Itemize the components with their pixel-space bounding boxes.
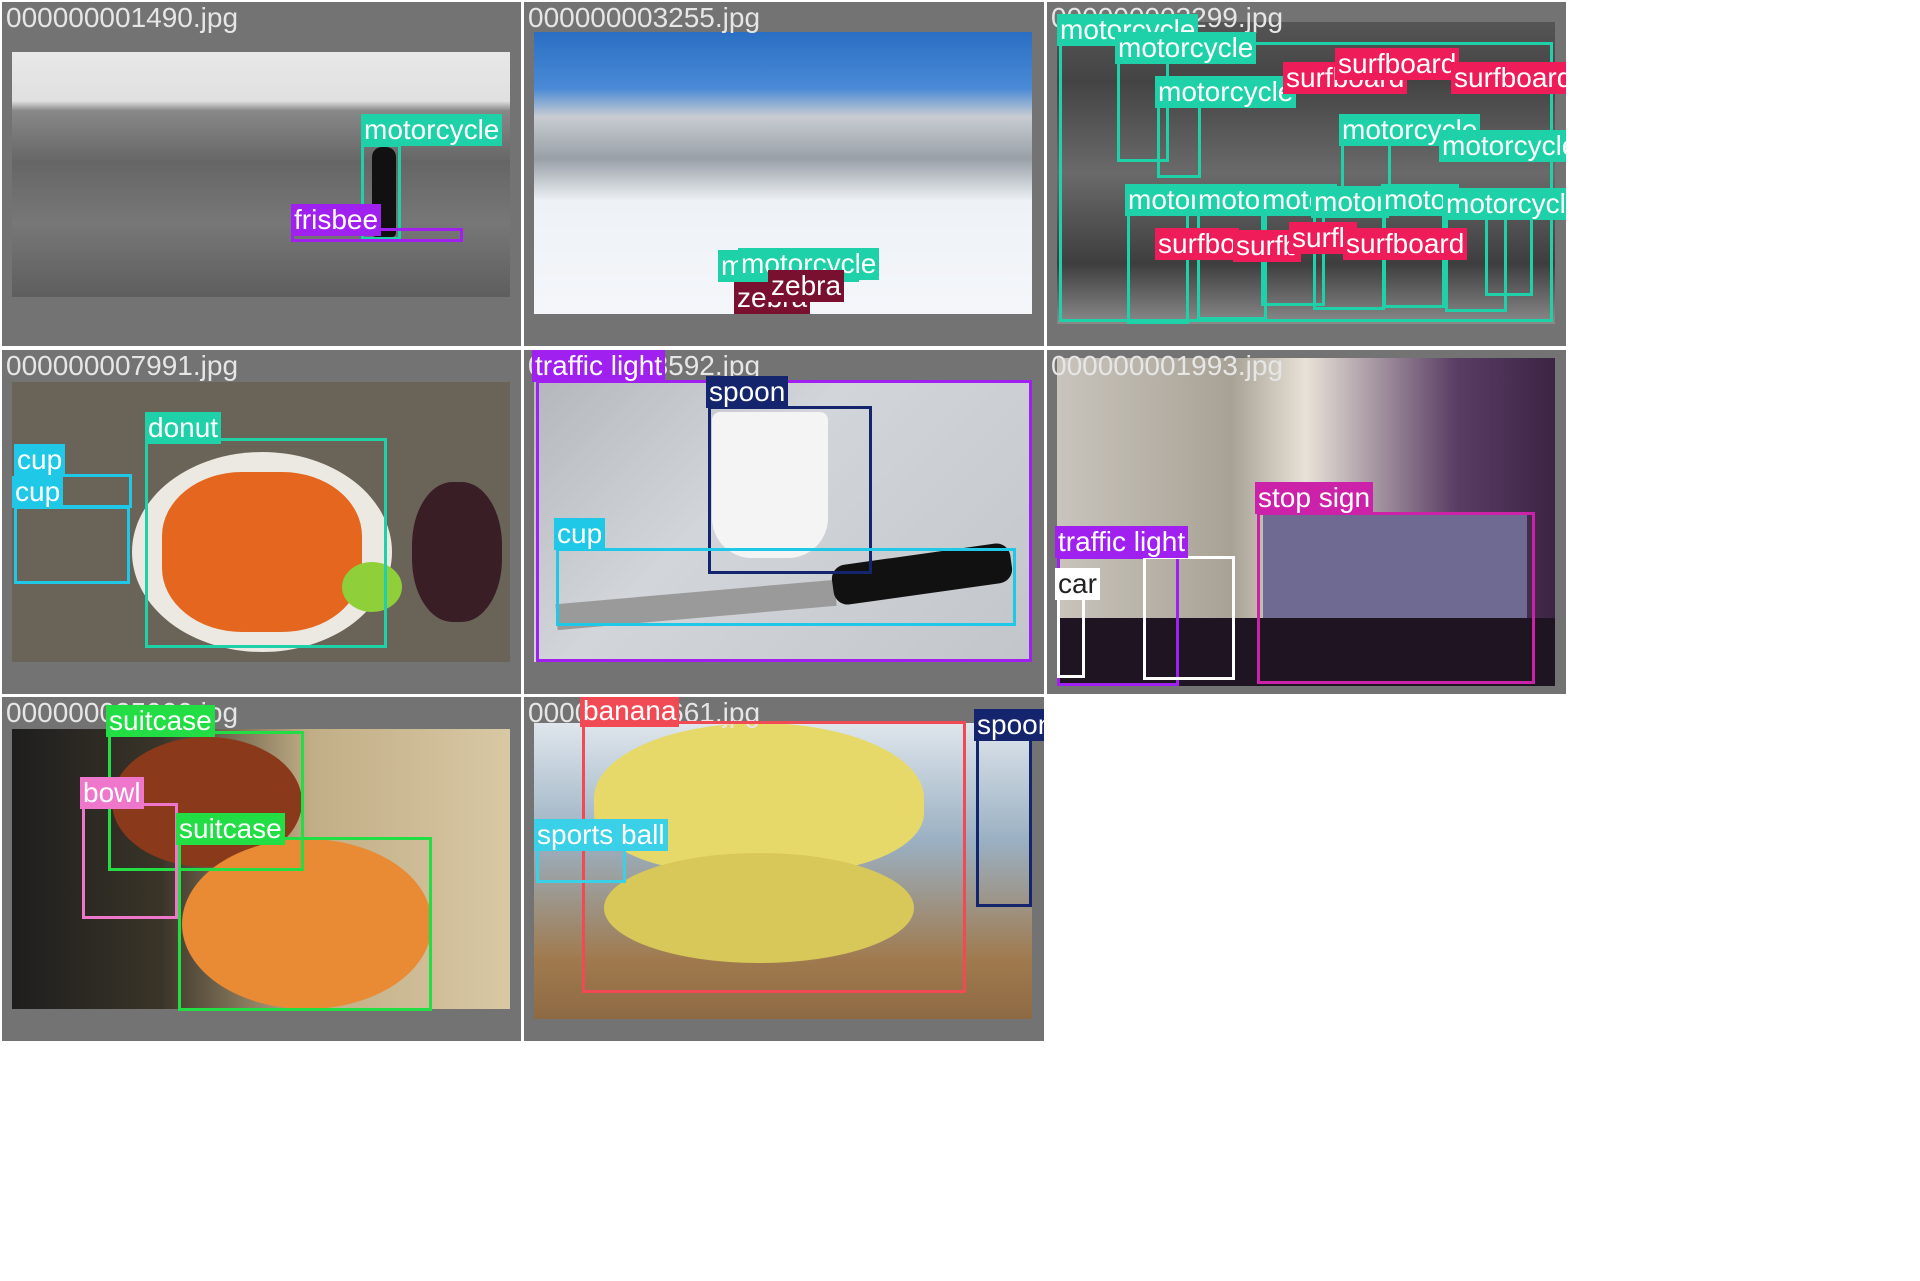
- label-motorcycle: motorcycle: [361, 114, 503, 146]
- bbox-object: [1143, 556, 1235, 680]
- label-traffic-light: traffic light: [1055, 526, 1189, 558]
- bbox-motor: [1383, 212, 1445, 308]
- bbox-motorcycle: [1157, 100, 1201, 178]
- label-suitcase: suitcase: [176, 813, 285, 845]
- label-cup: cup: [554, 518, 606, 550]
- label-stop-sign: stop sign: [1255, 482, 1374, 514]
- label-motorcycle: motorcycle: [1443, 188, 1566, 220]
- label-cup: cup: [12, 476, 64, 508]
- beets: [412, 482, 502, 622]
- bbox-motorcycle: [1485, 214, 1533, 296]
- label-spoon: spoon: [974, 709, 1044, 741]
- tile-filename: 000000007991.jpg: [6, 350, 239, 381]
- label-motorcycle: motorcycle: [1439, 130, 1566, 162]
- label-zebra: zebra: [768, 270, 845, 302]
- label-frisbee: frisbee: [291, 204, 382, 236]
- tile-1: 000000001490.jpg motorcycle frisbee: [2, 2, 521, 346]
- label-sports-ball: sports ball: [534, 819, 668, 851]
- bbox-cup: [14, 506, 130, 584]
- bbox-cup: [556, 548, 1016, 626]
- label-traffic-light: traffic light: [532, 350, 666, 382]
- label-suitcase: suitcase: [106, 705, 215, 737]
- label-car: car: [1055, 568, 1100, 600]
- bbox-bowl: [82, 803, 178, 919]
- label-motor: motor: [1311, 186, 1389, 218]
- label-motor: motor: [1125, 184, 1203, 216]
- bbox-donut: [145, 438, 387, 648]
- bbox-car: [1057, 596, 1085, 678]
- tile-filename: 000000001993.jpg: [1051, 350, 1284, 381]
- label-surfboard: surfboard: [1335, 48, 1460, 80]
- tile-4: 000000007991.jpg donut cup cup: [2, 350, 521, 694]
- label-donut: donut: [145, 412, 222, 444]
- tile-2: 000000003255.jpg motorcycle motorcycle z…: [524, 2, 1044, 346]
- tile-8: 000000005661.jpg banana spoon sports bal…: [524, 697, 1044, 1041]
- bbox-stop-sign: [1257, 512, 1535, 684]
- photo-sea: [12, 52, 510, 297]
- tile-filename: 000000001490.jpg: [6, 2, 239, 33]
- label-banana: banana: [580, 697, 680, 727]
- tile-3: 000000003299.jpg motorcycle motorcycle m…: [1047, 2, 1566, 346]
- label-cup: cup: [14, 444, 66, 476]
- label-motorcycle: motorcycle: [1155, 76, 1297, 108]
- tile-7: 000000025000.jpg suitcase bowl suitcase: [2, 697, 521, 1041]
- label-bowl: bowl: [80, 777, 144, 809]
- label-surfboard: surfbo: [1155, 228, 1239, 260]
- bbox-suitcase: [178, 837, 432, 1011]
- bbox-banana: [582, 721, 966, 993]
- tile-filename: 000000003255.jpg: [528, 2, 761, 33]
- bbox-spoon: [976, 735, 1032, 907]
- label-surfboard: surfboard: [1343, 228, 1468, 260]
- bbox-sports-ball: [536, 847, 626, 883]
- label-surfboard: surfboard: [1451, 62, 1566, 94]
- tile-6: 000000001993.jpg stop sign traffic light…: [1047, 350, 1566, 694]
- label-motorcycle: motorcycle: [1115, 32, 1257, 64]
- tile-5: 000000008592.jpg traffic light spoon cup: [524, 350, 1044, 694]
- label-spoon: spoon: [706, 376, 789, 408]
